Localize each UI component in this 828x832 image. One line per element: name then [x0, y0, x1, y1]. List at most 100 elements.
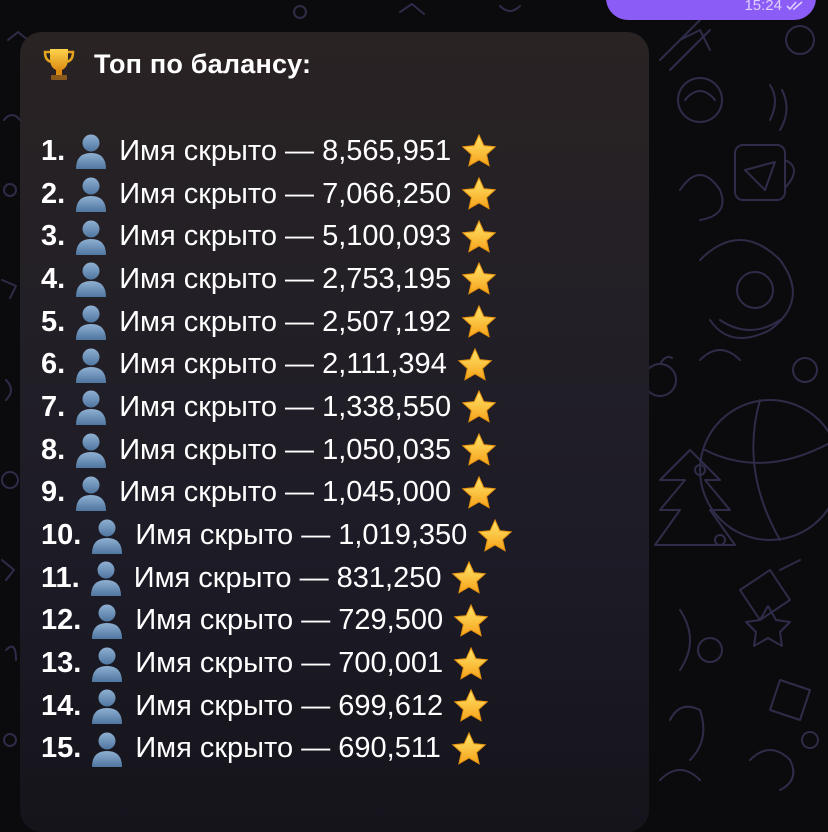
message-time: 15:24	[744, 0, 782, 14]
rank-number: 6.	[41, 348, 66, 381]
balance-value: 831,250	[336, 561, 442, 594]
leaderboard-row: 11. Имя скрыто — 831,250	[41, 557, 513, 600]
user-silhouette-icon	[89, 517, 125, 555]
message-header: Топ по балансу:	[42, 46, 311, 82]
separator-dash: —	[285, 476, 315, 509]
trophy-icon	[43, 49, 75, 80]
user-silhouette-icon	[73, 388, 109, 426]
star-icon	[461, 389, 497, 425]
leaderboard-row: 13. Имя скрыто — 700,001	[41, 642, 513, 685]
balance-value: 690,511	[338, 732, 441, 765]
star-icon	[461, 304, 497, 340]
hidden-name: Имя скрыто	[119, 476, 277, 509]
balance-value: 2,753,195	[322, 262, 452, 295]
rank-number: 13.	[41, 647, 82, 680]
leaderboard-row: 3. Имя скрыто — 5,100,093	[41, 215, 513, 258]
balance-value: 1,019,350	[338, 519, 468, 552]
rank-number: 11.	[41, 561, 80, 594]
received-message-bubble[interactable]: Топ по балансу: 1. Имя скрыто — 8,565,951…	[20, 32, 649, 832]
balance-value: 2,507,192	[322, 305, 452, 338]
user-silhouette-icon	[73, 474, 109, 512]
hidden-name: Имя скрыто	[135, 519, 294, 552]
separator-dash: —	[301, 647, 331, 680]
leaderboard-row: 6. Имя скрыто — 2,111,394	[41, 343, 513, 386]
leaderboard-row: 14. Имя скрыто — 699,612	[41, 685, 513, 728]
hidden-name: Имя скрыто	[135, 732, 294, 765]
rank-number: 14.	[41, 689, 82, 722]
leaderboard-row: 10. Имя скрыто — 1,019,350	[41, 514, 513, 557]
message-meta: 15:24	[744, 0, 804, 14]
balance-value: 1,045,000	[322, 476, 452, 509]
user-silhouette-icon	[89, 645, 125, 683]
balance-value: 2,111,394	[322, 348, 447, 381]
rank-number: 8.	[41, 433, 66, 466]
star-icon	[453, 688, 489, 724]
hidden-name: Имя скрыто	[135, 689, 294, 722]
user-silhouette-icon	[73, 218, 109, 256]
balance-value: 699,612	[338, 689, 444, 722]
balance-value: 8,565,951	[322, 134, 452, 167]
message-title: Топ по балансу:	[94, 48, 312, 79]
leaderboard-row: 2. Имя скрыто — 7,066,250	[41, 173, 513, 216]
hidden-name: Имя скрыто	[119, 177, 277, 210]
rank-number: 4.	[41, 262, 66, 295]
rank-number: 12.	[41, 604, 82, 637]
user-silhouette-icon	[73, 303, 109, 341]
separator-dash: —	[301, 604, 331, 637]
hidden-name: Имя скрыто	[119, 220, 277, 253]
leaderboard-row: 12. Имя скрыто — 729,500	[41, 600, 513, 643]
balance-value: 1,050,035	[322, 433, 452, 466]
hidden-name: Имя скрыто	[119, 262, 277, 295]
separator-dash: —	[285, 134, 315, 167]
star-icon	[461, 133, 497, 169]
rank-number: 3.	[41, 220, 66, 253]
leaderboard-row: 5. Имя скрыто — 2,507,192	[41, 301, 513, 344]
hidden-name: Имя скрыто	[119, 390, 277, 423]
rank-number: 1.	[41, 134, 66, 167]
star-icon	[461, 432, 497, 468]
leaderboard-row: 8. Имя скрыто — 1,050,035	[41, 429, 513, 472]
separator-dash: —	[285, 390, 315, 423]
leaderboard-row: 15. Имя скрыто — 690,511	[41, 728, 513, 771]
separator-dash: —	[285, 177, 315, 210]
star-icon	[461, 261, 497, 297]
star-icon	[461, 475, 497, 511]
separator-dash: —	[301, 732, 331, 765]
rank-number: 5.	[41, 305, 66, 338]
balance-value: 1,338,550	[322, 390, 452, 423]
separator-dash: —	[301, 689, 331, 722]
hidden-name: Имя скрыто	[119, 134, 277, 167]
user-silhouette-icon	[73, 260, 109, 298]
hidden-name: Имя скрыто	[119, 433, 277, 466]
hidden-name: Имя скрыто	[135, 604, 294, 637]
rank-number: 2.	[41, 177, 66, 210]
leaderboard-row: 4. Имя скрыто — 2,753,195	[41, 258, 513, 301]
star-icon	[453, 603, 489, 639]
star-icon	[461, 176, 497, 212]
separator-dash: —	[285, 262, 315, 295]
separator-dash: —	[285, 348, 315, 381]
hidden-name: Имя скрыто	[119, 305, 277, 338]
hidden-name: Имя скрыто	[119, 348, 277, 381]
separator-dash: —	[285, 433, 315, 466]
balance-value: 700,001	[338, 647, 444, 680]
star-icon	[451, 731, 487, 767]
hidden-name: Имя скрыто	[135, 647, 294, 680]
rank-number: 7.	[41, 390, 66, 423]
leaderboard-row: 1. Имя скрыто — 8,565,951	[41, 130, 513, 173]
read-checkmarks-icon	[786, 0, 803, 10]
star-icon	[477, 518, 513, 554]
star-icon	[451, 560, 487, 596]
user-silhouette-icon	[89, 602, 125, 640]
sent-message-bubble[interactable]: 15:24	[606, 0, 816, 20]
star-icon	[453, 646, 489, 682]
user-silhouette-icon	[73, 175, 109, 213]
star-icon	[461, 219, 497, 255]
balance-value: 5,100,093	[322, 220, 452, 253]
rank-number: 10.	[41, 519, 82, 552]
separator-dash: —	[285, 220, 315, 253]
separator-dash: —	[301, 519, 331, 552]
user-silhouette-icon	[73, 431, 109, 469]
user-silhouette-icon	[73, 132, 109, 170]
balance-value: 729,500	[338, 604, 444, 637]
